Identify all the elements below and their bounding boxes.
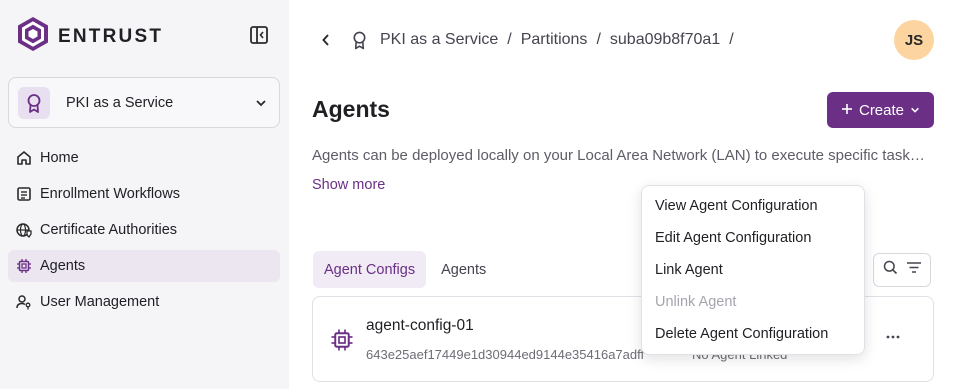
sidebar-item-label: Agents <box>40 258 86 274</box>
agent-config-id: 643e25aef17449e1d30944ed9144e35416a7adff <box>366 347 645 362</box>
tab-agent-configs[interactable]: Agent Configs <box>313 251 427 288</box>
service-selector[interactable]: PKI as a Service <box>8 77 280 128</box>
globe-shield-icon <box>16 222 32 238</box>
chip-icon <box>16 258 32 274</box>
breadcrumb-separator: / <box>596 31 601 48</box>
chevron-left-icon <box>322 34 329 46</box>
page-title: Agents <box>312 96 390 122</box>
menu-item-delete-agent-configuration[interactable]: Delete Agent Configuration <box>642 318 864 350</box>
chevron-down-icon <box>910 102 920 119</box>
service-selector-label: PKI as a Service <box>66 94 174 111</box>
create-button[interactable]: Create <box>827 92 934 128</box>
sidebar-item-home[interactable]: Home <box>8 142 280 174</box>
sidebar-item-certificate-authorities[interactable]: Certificate Authorities <box>8 214 280 246</box>
sidebar-item-label: Enrollment Workflows <box>40 186 180 202</box>
breadcrumb-pki-service[interactable]: PKI as a Service <box>380 31 498 49</box>
menu-item-unlink-agent: Unlink Agent <box>655 294 737 310</box>
back-button[interactable] <box>321 30 337 50</box>
badge-icon <box>18 86 50 119</box>
sidebar-item-label: Certificate Authorities <box>40 222 178 238</box>
form-icon <box>16 186 32 202</box>
breadcrumb-partition-id[interactable]: suba09b8f70a1 <box>610 31 720 49</box>
breadcrumb: PKI as a Service / Partitions / suba09b8… <box>321 30 743 50</box>
breadcrumb-partitions[interactable]: Partitions <box>521 31 588 49</box>
breadcrumb-separator: / <box>729 31 734 48</box>
agent-config-context-menu: View Agent Configuration Edit Agent Conf… <box>641 185 865 355</box>
home-icon <box>16 150 32 166</box>
menu-item-view-agent-configuration[interactable]: View Agent Configuration <box>642 190 864 222</box>
more-actions-button[interactable] <box>883 327 903 347</box>
menu-item-edit-agent-configuration[interactable]: Edit Agent Configuration <box>642 222 864 254</box>
sidebar-collapse-icon <box>250 26 268 44</box>
user-key-icon <box>16 294 32 310</box>
search-filter-button[interactable] <box>873 253 931 287</box>
plus-icon <box>841 102 853 119</box>
sidebar-nav: Home Enrollment Workflows Certificate Au… <box>8 142 280 322</box>
brand-name: ENTRUST <box>58 25 164 47</box>
create-button-label: Create <box>858 101 905 119</box>
sidebar: ENTRUST PKI as a Service Home Enrollment… <box>0 0 289 389</box>
menu-item-link-agent[interactable]: Link Agent <box>642 254 864 286</box>
sidebar-item-label: Home <box>40 150 79 166</box>
sidebar-item-user-management[interactable]: User Management <box>8 286 280 318</box>
user-avatar[interactable]: JS <box>894 20 934 60</box>
agent-config-name: agent-config-01 <box>366 317 474 334</box>
sidebar-item-agents[interactable]: Agents <box>8 250 280 282</box>
tab-agents[interactable]: Agents <box>430 251 497 288</box>
filter-icon <box>906 261 922 279</box>
show-more-link[interactable]: Show more <box>312 177 385 193</box>
collapse-sidebar-button[interactable] <box>248 24 270 46</box>
chip-icon <box>330 328 354 357</box>
entrust-logo[interactable]: ENTRUST <box>16 16 163 57</box>
entrust-logo-icon <box>16 16 50 57</box>
badge-icon <box>351 30 368 50</box>
more-horizontal-icon <box>886 335 900 339</box>
breadcrumb-separator: / <box>507 31 512 48</box>
sidebar-item-label: User Management <box>40 294 160 310</box>
page-description: Agents can be deployed locally on your L… <box>312 147 932 164</box>
sidebar-item-enrollment-workflows[interactable]: Enrollment Workflows <box>8 178 280 210</box>
search-icon <box>883 260 898 280</box>
chevron-down-icon <box>255 96 267 114</box>
tab-bar: Agent Configs Agents <box>313 251 497 288</box>
